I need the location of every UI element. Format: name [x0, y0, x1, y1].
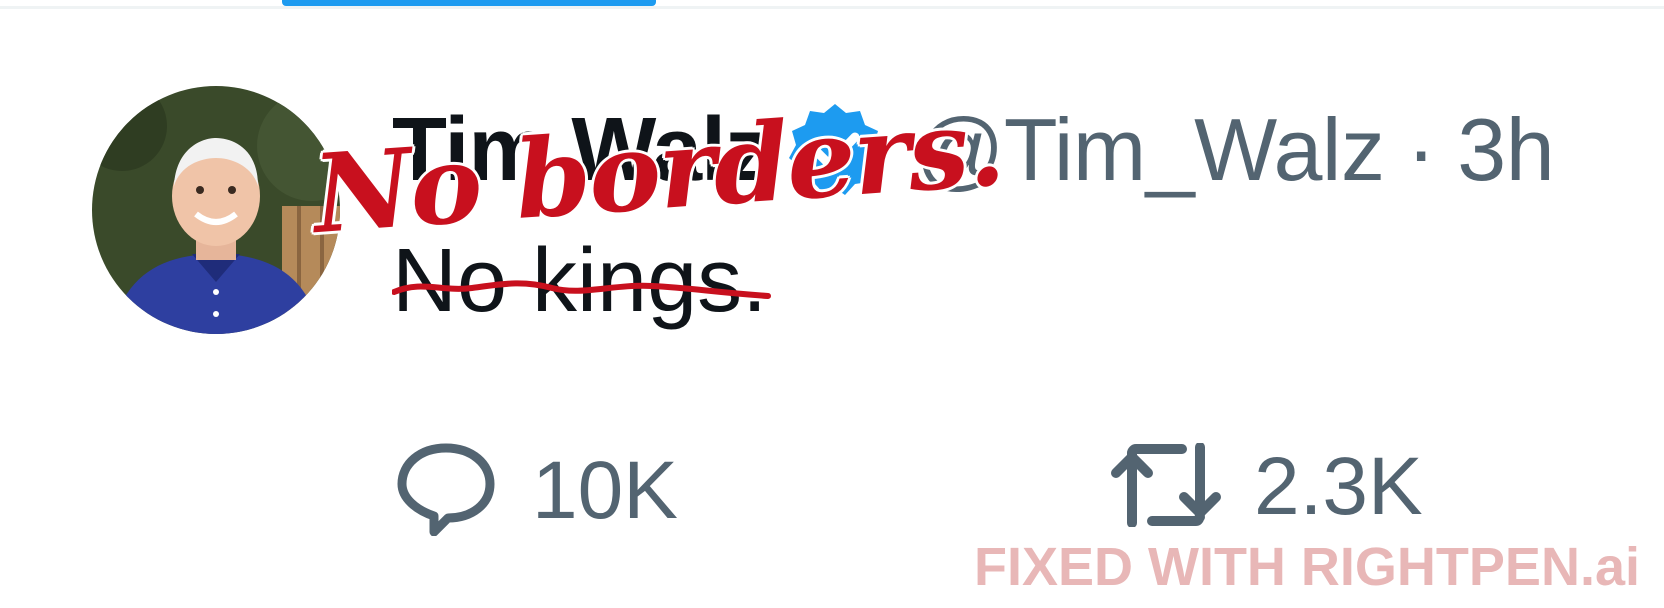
avatar-photo: [92, 86, 340, 334]
separator-dot: ·: [1406, 100, 1436, 199]
top-divider: [0, 6, 1664, 9]
retweet-icon: [1108, 441, 1224, 532]
reply-button[interactable]: 10K: [396, 440, 678, 541]
avatar[interactable]: [92, 86, 340, 334]
watermark: FIXED WITH RIGHTPEN.ai: [973, 537, 1640, 597]
reply-count: 10K: [532, 444, 678, 536]
handle-and-time: @Tim_Walz · 3h: [915, 99, 1555, 201]
retweet-button[interactable]: 2.3K: [1108, 440, 1423, 534]
strikethrough-scribble: [392, 280, 771, 299]
reply-icon: [396, 440, 496, 541]
timestamp[interactable]: 3h: [1457, 99, 1554, 201]
active-tab-indicator: [282, 0, 656, 6]
retweet-count: 2.3K: [1254, 441, 1423, 532]
